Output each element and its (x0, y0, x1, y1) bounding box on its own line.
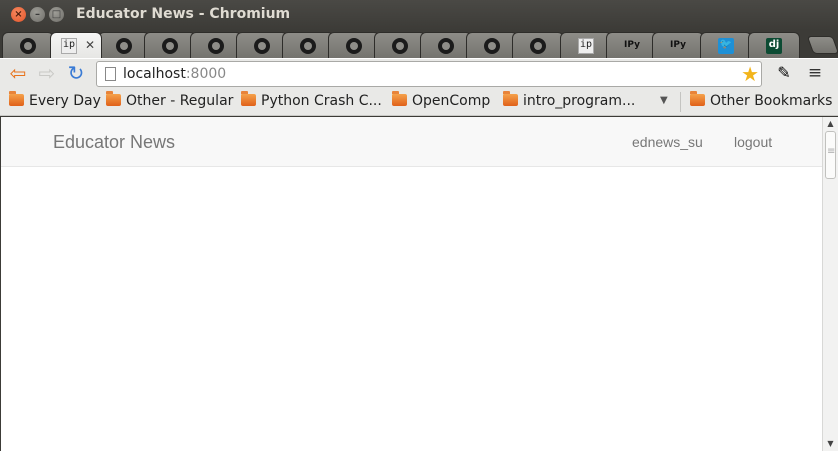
github-icon (484, 38, 500, 54)
bookmark-folder[interactable]: Python Crash C... (241, 91, 382, 111)
bookmarks-overflow-chevron-icon[interactable]: ▼ (660, 95, 668, 106)
tab-strip: ip ✕ ip IPy IPy 🐦 dj (0, 30, 838, 58)
bookmark-folder[interactable]: Other - Regular (106, 91, 234, 111)
forward-arrow-icon[interactable]: ⇨ (36, 63, 58, 85)
bookmark-label: Python Crash C... (261, 93, 382, 109)
django-icon: dj (766, 38, 782, 54)
github-icon (254, 38, 270, 54)
tab[interactable] (2, 32, 54, 58)
tab[interactable]: IPy (652, 32, 704, 58)
bookmark-folder[interactable]: intro_program... (503, 91, 636, 111)
tab[interactable]: IPy (606, 32, 658, 58)
tab[interactable] (190, 32, 242, 58)
tab[interactable] (236, 32, 288, 58)
window-maximize-button[interactable]: □ (49, 7, 64, 22)
window-titlebar: × – □ Educator News - Chromium (0, 0, 838, 30)
close-tab-icon[interactable]: ✕ (85, 38, 95, 52)
github-icon (392, 38, 408, 54)
bookmarks-bar: Every Day Other - Regular Python Crash C… (0, 88, 838, 116)
github-icon (116, 38, 132, 54)
tab[interactable] (144, 32, 196, 58)
ipython-icon: IPy (670, 40, 686, 50)
url-text[interactable]: localhost:8000 (123, 66, 226, 82)
github-icon (20, 38, 36, 54)
window-minimize-button[interactable]: – (30, 7, 45, 22)
username-link[interactable]: ednews_su (632, 134, 703, 150)
site-brand-link[interactable]: Educator News (53, 132, 175, 153)
reload-icon[interactable]: ↻ (65, 63, 87, 85)
vertical-scrollbar[interactable]: ▲ ▼ (822, 117, 838, 451)
bookmark-label: Other Bookmarks (710, 93, 833, 109)
folder-icon (9, 91, 24, 106)
tab[interactable] (420, 32, 472, 58)
bookmark-star-icon[interactable]: ★ (741, 62, 759, 86)
bookmark-label: OpenComp (412, 93, 491, 109)
tab[interactable] (512, 32, 564, 58)
window-close-button[interactable]: × (11, 7, 26, 22)
github-icon (208, 38, 224, 54)
url-host: localhost (123, 66, 186, 82)
tab[interactable]: 🐦 (700, 32, 752, 58)
back-arrow-icon[interactable]: ⇦ (7, 63, 29, 85)
window-title: Educator News - Chromium (76, 6, 291, 22)
tab[interactable] (374, 32, 426, 58)
tab[interactable] (328, 32, 380, 58)
github-icon (438, 38, 454, 54)
tab[interactable]: dj (748, 32, 800, 58)
scroll-up-arrow-icon[interactable]: ▲ (823, 117, 838, 131)
eyedropper-icon[interactable]: ✎ (773, 63, 795, 85)
bookmark-folder[interactable]: Every Day (9, 91, 101, 111)
github-icon (300, 38, 316, 54)
folder-icon (503, 91, 518, 106)
url-port: :8000 (185, 66, 227, 82)
tab[interactable] (98, 32, 150, 58)
ip-icon: ip (61, 38, 77, 54)
twitter-icon: 🐦 (718, 38, 734, 54)
folder-icon (106, 91, 121, 106)
bookmark-label: Other - Regular (126, 93, 234, 109)
site-navbar: Educator News ednews_su logout (1, 117, 823, 167)
ipython-icon: IPy (624, 40, 640, 50)
folder-icon (241, 91, 256, 106)
bookmarks-divider (680, 92, 681, 112)
bookmark-label: intro_program... (523, 93, 636, 109)
menu-icon[interactable]: ≡ (804, 63, 826, 85)
new-tab-button[interactable] (806, 36, 838, 54)
github-icon (162, 38, 178, 54)
folder-icon (392, 91, 407, 106)
folder-icon (690, 91, 705, 106)
other-bookmarks-folder[interactable]: Other Bookmarks (690, 91, 833, 111)
bookmark-label: Every Day (29, 93, 101, 109)
github-icon (346, 38, 362, 54)
tab[interactable] (282, 32, 334, 58)
address-bar[interactable]: localhost:8000 ★ (96, 61, 762, 87)
tab[interactable]: ip (560, 32, 612, 58)
bookmark-folder[interactable]: OpenComp (392, 91, 491, 111)
scrollbar-thumb[interactable] (825, 131, 836, 179)
ip-icon: ip (578, 38, 594, 54)
page-viewport: Educator News ednews_su logout ▲ ▼ (0, 117, 838, 451)
github-icon (530, 38, 546, 54)
tab[interactable] (466, 32, 518, 58)
page-icon (105, 67, 116, 81)
tab-active[interactable]: ip ✕ (50, 32, 102, 58)
scroll-down-arrow-icon[interactable]: ▼ (823, 437, 838, 451)
browser-toolbar: ⇦ ⇨ ↻ localhost:8000 ★ ✎ ≡ (0, 58, 838, 88)
logout-link[interactable]: logout (734, 134, 772, 150)
